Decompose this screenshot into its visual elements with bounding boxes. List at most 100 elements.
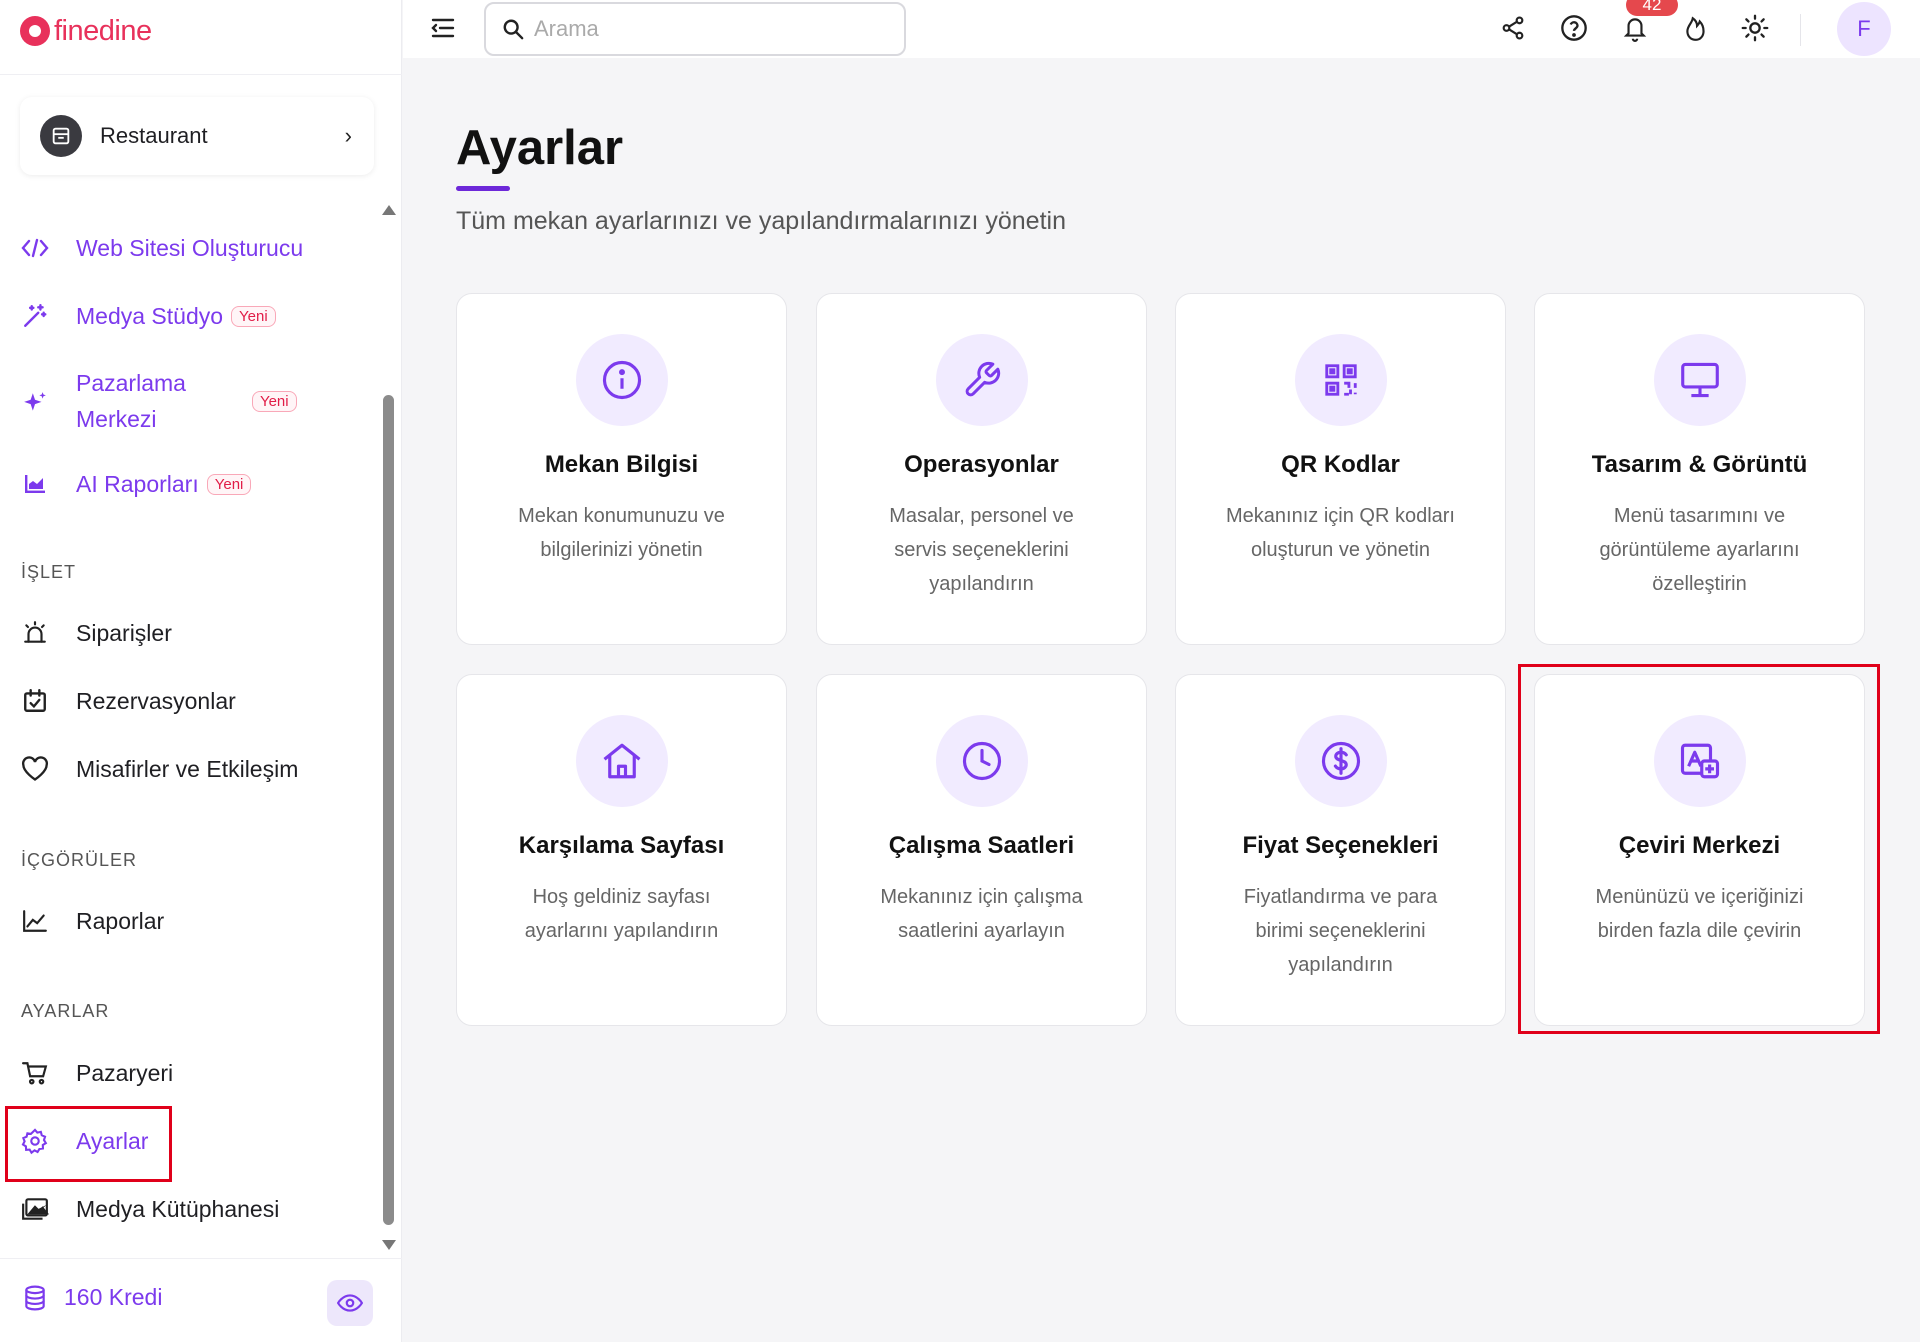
sidebar-item-medya-studyo[interactable]: Medya Stüdyo Yeni bbox=[20, 301, 276, 331]
card-title: Mekan Bilgisi bbox=[544, 451, 699, 478]
cart-icon bbox=[20, 1058, 50, 1088]
card-description: Masalar, personel ve servis seçeneklerin… bbox=[889, 505, 1074, 595]
monitor-icon bbox=[1653, 334, 1746, 426]
sidebar-item-medya-kutuphanesi[interactable]: Medya Kütüphanesi bbox=[20, 1194, 279, 1224]
card-title: Operasyonlar bbox=[904, 451, 1059, 478]
help-icon[interactable] bbox=[1558, 12, 1590, 44]
new-badge: Yeni bbox=[231, 305, 276, 327]
wrench-icon bbox=[935, 334, 1028, 426]
images-icon bbox=[20, 1194, 50, 1224]
sidebar-item-pazaryeri[interactable]: Pazaryeri bbox=[20, 1058, 173, 1088]
scroll-up-arrow-icon[interactable] bbox=[382, 205, 396, 215]
settings-card-tasarim[interactable]: Tasarım & Görüntü Menü tasarımını ve gör… bbox=[1534, 293, 1865, 645]
sidebar-item-label-line1: Pazarlama bbox=[76, 370, 186, 396]
card-title: Tasarım & Görüntü bbox=[1591, 451, 1808, 478]
venue-name: Restaurant bbox=[100, 123, 208, 148]
sidebar-item-label: Medya Kütüphanesi bbox=[76, 1195, 280, 1222]
chart-icon bbox=[20, 469, 50, 499]
settings-card-qr-kodlar[interactable]: QR Kodlar Mekanınız için QR kodları oluş… bbox=[1175, 293, 1506, 645]
card-description: Mekan konumunuzu ve bilgilerinizi yöneti… bbox=[518, 505, 725, 561]
code-icon bbox=[20, 233, 50, 263]
logo-icon bbox=[20, 16, 50, 46]
topbar: Arama 42 F bbox=[403, 0, 1920, 58]
heart-icon bbox=[20, 754, 50, 784]
bell-icon[interactable] bbox=[1619, 12, 1651, 44]
database-icon bbox=[24, 1285, 46, 1311]
share-icon[interactable] bbox=[1497, 12, 1529, 44]
new-badge: Yeni bbox=[251, 390, 297, 412]
logo-text: finedine bbox=[54, 14, 152, 47]
sidebar-item-label: Rezervasyonlar bbox=[76, 687, 236, 714]
settings-card-mekan-bilgisi[interactable]: Mekan Bilgisi Mekan konumunuzu ve bilgil… bbox=[456, 293, 787, 645]
calendar-check-icon bbox=[20, 686, 50, 716]
sidebar-item-misafirler[interactable]: Misafirler ve Etkileşim bbox=[20, 754, 298, 784]
sidebar-item-label: Web Sitesi Oluşturucu bbox=[76, 234, 304, 261]
venue-selector[interactable]: Restaurant › bbox=[20, 97, 374, 175]
page-title: Ayarlar bbox=[456, 121, 624, 175]
home-icon bbox=[575, 715, 668, 807]
card-description: Mekanınız için çalışma saatlerini ayarla… bbox=[880, 886, 1083, 942]
sidebar-item-rezervasyonlar[interactable]: Rezervasyonlar bbox=[20, 686, 236, 716]
card-description: Mekanınız için QR kodları oluşturun ve y… bbox=[1226, 505, 1455, 561]
sparkles-icon bbox=[20, 388, 50, 418]
title-underline bbox=[456, 186, 510, 191]
sidebar-item-label: Medya Stüdyo bbox=[76, 302, 224, 329]
settings-card-karsilama[interactable]: Karşılama Sayfası Hoş geldiniz sayfası a… bbox=[456, 674, 787, 1026]
card-description: Fiyatlandırma ve para birimi seçenekleri… bbox=[1243, 886, 1438, 976]
sidebar-item-label: Raporlar bbox=[76, 907, 165, 934]
dollar-icon bbox=[1294, 715, 1387, 807]
credits-balance[interactable]: 160 Kredi bbox=[24, 1284, 162, 1311]
info-icon bbox=[575, 334, 668, 426]
store-icon bbox=[40, 115, 82, 157]
clock-icon bbox=[935, 715, 1028, 807]
page-subtitle: Tüm mekan ayarlarınızı ve yapılandırmala… bbox=[456, 207, 1066, 235]
card-description: Hoş geldiniz sayfası ayarlarını yapıland… bbox=[524, 886, 719, 942]
flame-icon[interactable] bbox=[1680, 12, 1712, 44]
credits-label: 160 Kredi bbox=[64, 1284, 163, 1310]
magic-wand-icon bbox=[20, 301, 50, 331]
card-title: QR Kodlar bbox=[1281, 451, 1400, 478]
card-title: Fiyat Seçenekleri bbox=[1242, 832, 1439, 859]
toggle-visibility-button[interactable] bbox=[327, 1280, 373, 1326]
divider bbox=[1800, 14, 1801, 46]
sidebar-item-label-line2: Merkezi bbox=[76, 406, 157, 432]
search-placeholder: Arama bbox=[534, 16, 599, 41]
section-title-operate: İŞLET bbox=[21, 562, 77, 582]
scrollbar-thumb[interactable] bbox=[383, 395, 394, 1225]
divider bbox=[0, 1258, 402, 1259]
scroll-down-arrow-icon[interactable] bbox=[382, 1240, 396, 1250]
sidebar-item-label: Misafirler ve Etkileşim bbox=[76, 755, 299, 782]
settings-card-calisma-saatleri[interactable]: Çalışma Saatleri Mekanınız için çalışma … bbox=[816, 674, 1147, 1026]
new-badge: Yeni bbox=[206, 473, 252, 495]
sidebar-item-raporlar[interactable]: Raporlar bbox=[20, 906, 164, 936]
card-title: Karşılama Sayfası bbox=[518, 832, 725, 859]
highlight-box-ceviri-merkezi bbox=[1518, 664, 1880, 1034]
qr-code-icon bbox=[1294, 334, 1387, 426]
sidebar: finedine Restaurant › Web Sitesi Oluştur… bbox=[0, 0, 402, 1342]
eye-icon bbox=[337, 1294, 363, 1312]
menu-toggle-icon[interactable] bbox=[429, 16, 459, 42]
sidebar-item-ai-raporlari[interactable]: AI Raporları Yeni bbox=[20, 469, 252, 499]
sidebar-item-label: AI Raporları bbox=[76, 470, 199, 497]
section-title-settings: AYARLAR bbox=[21, 1001, 110, 1021]
highlight-box-ayarlar bbox=[5, 1106, 172, 1182]
settings-card-operasyonlar[interactable]: Operasyonlar Masalar, personel ve servis… bbox=[816, 293, 1147, 645]
search-input[interactable]: Arama bbox=[484, 2, 906, 56]
avatar[interactable]: F bbox=[1837, 2, 1891, 56]
sidebar-item-pazarlama-merkezi[interactable]: Pazarlama Merkezi Yeni bbox=[20, 365, 297, 437]
finedine-logo[interactable]: finedine bbox=[20, 14, 152, 48]
settings-card-fiyat[interactable]: Fiyat Seçenekleri Fiyatlandırma ve para … bbox=[1175, 674, 1506, 1026]
sidebar-item-siparisler[interactable]: Siparişler bbox=[20, 618, 172, 648]
sun-icon[interactable] bbox=[1739, 12, 1771, 44]
sidebar-item-label: Siparişler bbox=[76, 619, 172, 646]
search-icon bbox=[502, 18, 524, 40]
sidebar-item-web-sitesi[interactable]: Web Sitesi Oluşturucu bbox=[20, 233, 303, 263]
chevron-right-icon: › bbox=[344, 123, 352, 148]
line-chart-icon bbox=[20, 906, 50, 936]
section-title-insights: İÇGÖRÜLER bbox=[21, 850, 138, 870]
card-description: Menü tasarımını ve görüntüleme ayarların… bbox=[1599, 505, 1800, 595]
card-title: Çalışma Saatleri bbox=[888, 832, 1075, 859]
notification-count-badge: 42 bbox=[1626, 0, 1678, 16]
divider bbox=[0, 74, 402, 75]
sidebar-item-label: Pazaryeri bbox=[76, 1059, 174, 1086]
